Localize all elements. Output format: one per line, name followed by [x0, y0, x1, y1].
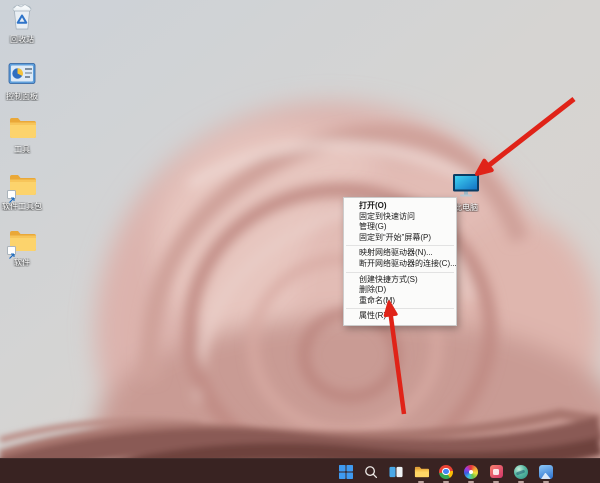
- taskbar-task-view-button[interactable]: [388, 459, 404, 483]
- taskbar-search-button[interactable]: [363, 459, 379, 483]
- menu-item-create-shortcut[interactable]: 创建快捷方式(S): [344, 275, 456, 286]
- windows-start-icon: [339, 464, 354, 479]
- context-menu: 打开(O) 固定到快速访问 管理(G) 固定到“开始”屏幕(P) 映射网络驱动器…: [343, 197, 457, 326]
- recycle-bin-icon: [7, 2, 37, 32]
- menu-item-rename[interactable]: 重命名(M): [344, 296, 456, 307]
- menu-item-pin-to-start[interactable]: 固定到“开始”屏幕(P): [344, 233, 456, 244]
- taskbar-file-explorer-button[interactable]: [413, 459, 429, 483]
- menu-item-properties[interactable]: 属性(R): [344, 311, 456, 322]
- menu-separator: [346, 308, 454, 309]
- color-wheel-icon: [464, 464, 479, 479]
- desktop-icon-label: 控制面板: [0, 92, 44, 101]
- desktop-icon-folder-software[interactable]: 软件: [0, 225, 44, 267]
- this-pc-icon: [451, 170, 481, 200]
- menu-item-open[interactable]: 打开(O): [344, 201, 456, 212]
- desktop-icon-control-panel[interactable]: 控制面板: [0, 59, 44, 101]
- pink-app-icon: [489, 464, 504, 479]
- taskbar: [0, 458, 600, 483]
- folder-shortcut-icon: [7, 225, 37, 255]
- menu-item-disconnect-network-drive[interactable]: 断开网络驱动器的连接(C)...: [344, 259, 456, 270]
- taskbar-chrome-button[interactable]: [438, 459, 454, 483]
- menu-item-map-network-drive[interactable]: 映射网络驱动器(N)...: [344, 248, 456, 259]
- menu-item-manage[interactable]: 管理(G): [344, 222, 456, 233]
- desktop-icon-folder-tools[interactable]: 工具: [0, 112, 44, 154]
- desktop-icon-folder-software-tools[interactable]: 软件工具包: [0, 169, 44, 211]
- chrome-icon: [439, 464, 454, 479]
- search-icon: [364, 464, 379, 479]
- desktop-icon-label: 软件工具包: [0, 202, 44, 211]
- control-panel-icon: [7, 59, 37, 89]
- shortcut-arrow-badge: [7, 190, 16, 199]
- desktop-icon-recycle-bin[interactable]: 回收站: [0, 2, 44, 44]
- desktop-icon-label: 软件: [0, 258, 44, 267]
- windows-desktop[interactable]: 回收站 控制面板 工具: [0, 0, 600, 483]
- menu-separator: [346, 245, 454, 246]
- teal-browser-icon: [514, 464, 529, 479]
- menu-item-delete[interactable]: 删除(D): [344, 285, 456, 296]
- shortcut-arrow-badge: [7, 246, 16, 255]
- desktop-icon-label: 工具: [0, 145, 44, 154]
- taskbar-photos-button[interactable]: [538, 459, 554, 483]
- file-explorer-icon: [414, 464, 429, 479]
- taskbar-icon-group: [338, 459, 563, 483]
- task-view-icon: [389, 464, 404, 479]
- taskbar-color-wheel-app-button[interactable]: [463, 459, 479, 483]
- bloom-wallpaper: [0, 0, 600, 483]
- folder-shortcut-icon: [7, 169, 37, 199]
- taskbar-start-button[interactable]: [338, 459, 354, 483]
- taskbar-pink-app-button[interactable]: [488, 459, 504, 483]
- photos-icon: [539, 464, 554, 479]
- desktop-icon-label: 回收站: [0, 35, 44, 44]
- taskbar-teal-browser-button[interactable]: [513, 459, 529, 483]
- menu-item-pin-quick-access[interactable]: 固定到快速访问: [344, 212, 456, 223]
- menu-separator: [346, 272, 454, 273]
- folder-icon: [7, 112, 37, 142]
